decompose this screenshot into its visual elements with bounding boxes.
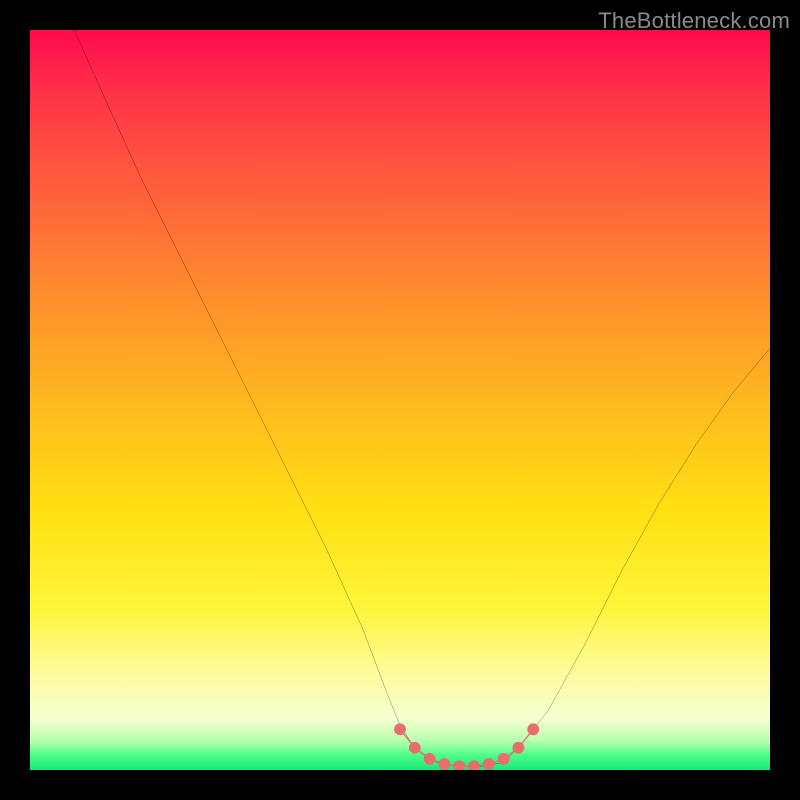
curve-layer <box>30 30 770 770</box>
sweet-spot-dot <box>498 753 510 765</box>
chart-frame: TheBottleneck.com <box>0 0 800 800</box>
sweet-spot-dot <box>527 723 539 735</box>
watermark-text: TheBottleneck.com <box>598 8 790 34</box>
sweet-spot-dot <box>394 723 406 735</box>
sweet-spot-dot <box>409 742 421 754</box>
sweet-spot-dots <box>394 723 539 770</box>
sweet-spot-dot <box>438 758 450 770</box>
sweet-spot-dot <box>483 758 495 770</box>
sweet-spot-dot <box>468 760 480 770</box>
sweet-spot-dot <box>512 742 524 754</box>
bottleneck-curve <box>74 30 770 766</box>
sweet-spot-dot <box>424 753 436 765</box>
sweet-spot-dot <box>453 760 465 770</box>
plot-area <box>30 30 770 770</box>
